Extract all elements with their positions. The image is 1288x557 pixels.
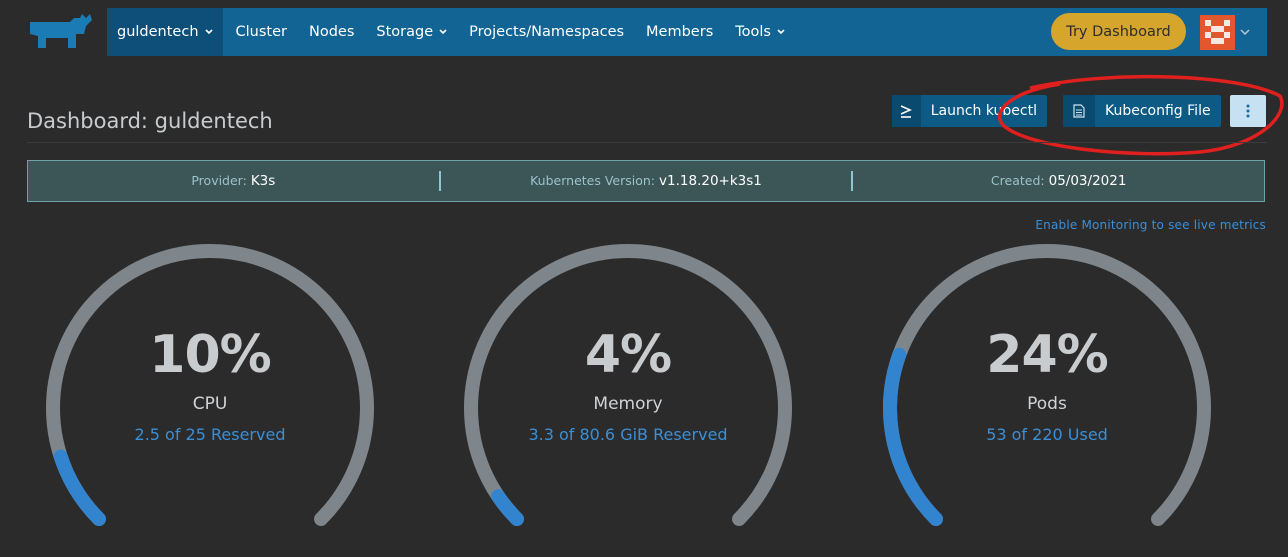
enable-monitoring-link[interactable]: Enable Monitoring to see live metrics bbox=[1035, 218, 1266, 232]
kubeconfig-file-button[interactable]: Kubeconfig File bbox=[1063, 95, 1221, 127]
created-info: Created: 05/03/2021 bbox=[853, 173, 1264, 189]
gauge-detail: 53 of 220 Used bbox=[986, 425, 1108, 444]
gauge-track bbox=[46, 244, 374, 527]
nav-storage-label: Storage bbox=[376, 24, 434, 40]
memory-gauge: 4% Memory 3.3 of 80.6 GiB Reserved bbox=[463, 243, 793, 543]
gauge-name: Memory bbox=[593, 394, 663, 414]
gauge-percent: 24% bbox=[986, 325, 1108, 385]
more-actions-button[interactable] bbox=[1230, 95, 1266, 127]
main-navbar: guldentech Cluster Nodes Storage Project… bbox=[107, 8, 1267, 56]
header-divider bbox=[27, 142, 1267, 143]
gauge-fill bbox=[53, 449, 106, 527]
cpu-gauge: 10% CPU 2.5 of 25 Reserved bbox=[45, 243, 375, 543]
nav-tools-label: Tools bbox=[735, 24, 771, 40]
gauge-percent: 4% bbox=[584, 325, 672, 385]
gauge-detail: 2.5 of 25 Reserved bbox=[134, 425, 286, 444]
gauge-percent: 10% bbox=[149, 325, 271, 385]
rancher-logo-icon[interactable] bbox=[26, 12, 96, 52]
top-header: guldentech Cluster Nodes Storage Project… bbox=[0, 0, 1288, 63]
user-avatar[interactable] bbox=[1200, 15, 1235, 50]
kubernetes-version-info: Kubernetes Version: v1.18.20+k3s1 bbox=[441, 173, 852, 189]
file-icon bbox=[1063, 95, 1095, 127]
try-dashboard-button[interactable]: Try Dashboard bbox=[1051, 13, 1186, 50]
nav-cluster[interactable]: Cluster bbox=[225, 8, 298, 56]
chevron-down-icon[interactable] bbox=[1240, 28, 1250, 36]
chevron-down-icon bbox=[204, 29, 213, 35]
provider-value: K3s bbox=[250, 173, 276, 189]
pods-gauge: 24% Pods 53 of 220 Used bbox=[882, 243, 1212, 543]
gauge-detail: 3.3 of 80.6 GiB Reserved bbox=[528, 425, 728, 444]
cluster-info-bar: Provider: K3s Kubernetes Version: v1.18.20… bbox=[27, 160, 1265, 202]
nav-members[interactable]: Members bbox=[635, 8, 724, 56]
nav-tools[interactable]: Tools bbox=[724, 8, 796, 56]
cluster-name: guldentech bbox=[117, 24, 199, 40]
chevron-down-icon bbox=[777, 29, 785, 35]
kubernetes-version-value: v1.18.20+k3s1 bbox=[659, 173, 762, 189]
nav-storage[interactable]: Storage bbox=[365, 8, 458, 56]
chevron-down-icon bbox=[439, 29, 447, 35]
vertical-ellipsis-icon bbox=[1246, 104, 1250, 118]
gauge-name: CPU bbox=[192, 394, 228, 414]
created-value: 05/03/2021 bbox=[1048, 173, 1127, 189]
gauge-fill bbox=[491, 489, 524, 527]
gauge-track bbox=[464, 244, 792, 527]
launch-kubectl-label: Launch kubectl bbox=[930, 103, 1037, 119]
provider-info: Provider: K3s bbox=[28, 173, 439, 189]
created-label: Created: bbox=[990, 173, 1045, 188]
gauge-track bbox=[883, 244, 1211, 527]
gauge-name: Pods bbox=[1027, 394, 1067, 414]
kubeconfig-file-label: Kubeconfig File bbox=[1105, 103, 1211, 119]
page-title: Dashboard: guldentech bbox=[27, 109, 273, 134]
launch-kubectl-button[interactable]: Launch kubectl bbox=[892, 95, 1047, 127]
nav-projects-namespaces[interactable]: Projects/Namespaces bbox=[458, 8, 635, 56]
kubernetes-version-label: Kubernetes Version: bbox=[530, 173, 656, 188]
cluster-selector[interactable]: guldentech bbox=[107, 8, 223, 56]
terminal-icon bbox=[892, 95, 921, 127]
provider-label: Provider: bbox=[191, 173, 247, 188]
nav-nodes[interactable]: Nodes bbox=[298, 8, 365, 56]
